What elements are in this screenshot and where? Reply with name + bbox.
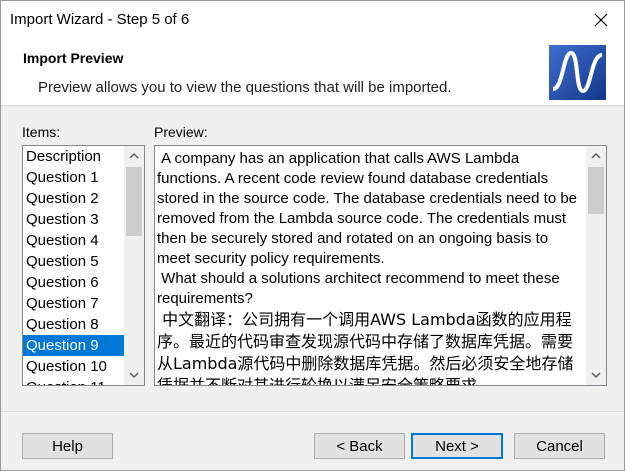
close-icon [594, 13, 608, 27]
list-item-question-5[interactable]: Question 5 [23, 251, 124, 272]
page-title: Import Preview [23, 50, 124, 66]
items-list: Description Question 1 Question 2 Questi… [23, 146, 124, 385]
wave-logo-icon [549, 45, 606, 100]
cancel-button[interactable]: Cancel [514, 433, 605, 459]
list-item-question-9[interactable]: Question 9 [23, 335, 124, 356]
next-button[interactable]: Next > [411, 433, 503, 459]
help-button[interactable]: Help [22, 433, 113, 459]
list-item-question-6[interactable]: Question 6 [23, 272, 124, 293]
list-item-question-7[interactable]: Question 7 [23, 293, 124, 314]
chevron-down-icon [129, 372, 139, 378]
preview-text-english: A company has an application that calls … [157, 150, 578, 307]
items-label: Items: [22, 124, 61, 140]
items-scroll-up-button[interactable] [124, 146, 144, 166]
preview-scroll-up-button[interactable] [586, 146, 606, 166]
list-item-question-4[interactable]: Question 4 [23, 230, 124, 251]
preview-label: Preview: [154, 124, 208, 140]
preview-text-chinese: 中文翻译：公司拥有一个调用AWS Lambda函数的应用程序。最近的代码审查发现… [157, 310, 574, 386]
back-button[interactable]: < Back [314, 433, 405, 459]
items-scroll-down-button[interactable] [124, 365, 144, 385]
preview-scroll-thumb[interactable] [588, 167, 604, 214]
preview-scrollbar[interactable] [586, 146, 606, 385]
items-listbox[interactable]: Description Question 1 Question 2 Questi… [22, 145, 145, 386]
footer-divider [1, 411, 624, 412]
list-item-description[interactable]: Description [23, 146, 124, 167]
import-wizard-window: Import Wizard - Step 5 of 6 Import Previ… [0, 0, 625, 471]
list-item-question-1[interactable]: Question 1 [23, 167, 124, 188]
preview-scroll-down-button[interactable] [586, 365, 606, 385]
list-item-question-11[interactable]: Question 11 [23, 377, 124, 385]
list-item-question-10[interactable]: Question 10 [23, 356, 124, 377]
chevron-down-icon [591, 372, 601, 378]
preview-content: A company has an application that calls … [157, 149, 585, 386]
window-title: Import Wizard - Step 5 of 6 [10, 11, 190, 28]
items-scroll-thumb[interactable] [126, 167, 142, 236]
page-subtitle: Preview allows you to view the questions… [38, 79, 452, 96]
wizard-header: Import Preview Preview allows you to vie… [1, 39, 624, 106]
close-button[interactable] [578, 1, 624, 39]
title-bar: Import Wizard - Step 5 of 6 [1, 1, 624, 39]
items-scrollbar[interactable] [124, 146, 144, 385]
preview-textbox[interactable]: A company has an application that calls … [154, 145, 607, 386]
chevron-up-icon [129, 153, 139, 159]
list-item-question-2[interactable]: Question 2 [23, 188, 124, 209]
list-item-question-3[interactable]: Question 3 [23, 209, 124, 230]
list-item-question-8[interactable]: Question 8 [23, 314, 124, 335]
chevron-up-icon [591, 153, 601, 159]
